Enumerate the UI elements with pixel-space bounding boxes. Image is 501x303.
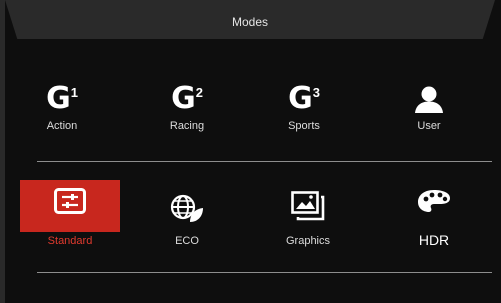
g2-icon: G2 bbox=[171, 81, 203, 116]
mode-graphics-label: Graphics bbox=[285, 235, 331, 247]
g1-icon: G1 bbox=[46, 81, 78, 116]
mode-grid: G1 Action G2 Racing G3 Sports User Stand… bbox=[0, 0, 501, 303]
mode-action[interactable]: G1 Action bbox=[12, 82, 112, 134]
user-icon bbox=[379, 82, 479, 116]
mode-eco-label: ECO bbox=[175, 235, 199, 247]
mode-graphics[interactable]: Graphics bbox=[258, 180, 358, 247]
mode-sports[interactable]: G3 Sports bbox=[254, 82, 354, 134]
mode-hdr[interactable]: HDR bbox=[384, 180, 484, 248]
images-icon bbox=[258, 189, 358, 223]
row-divider bbox=[37, 161, 492, 162]
mode-sports-label: Sports bbox=[288, 120, 320, 132]
g3-icon: G3 bbox=[288, 81, 320, 116]
mode-racing[interactable]: G2 Racing bbox=[137, 82, 237, 134]
mode-eco[interactable]: ECO bbox=[137, 180, 237, 247]
mode-action-label: Action bbox=[46, 120, 78, 132]
mode-standard[interactable]: Standard bbox=[20, 180, 120, 247]
globe-leaf-icon bbox=[137, 192, 237, 226]
sliders-icon bbox=[20, 184, 120, 218]
mode-racing-label: Racing bbox=[169, 120, 205, 132]
mode-user-label: User bbox=[417, 120, 441, 132]
mode-hdr-label: HDR bbox=[418, 232, 450, 248]
mode-user[interactable]: User bbox=[379, 82, 479, 134]
bottom-divider bbox=[37, 272, 492, 273]
mode-standard-label: Standard bbox=[47, 235, 93, 247]
palette-icon bbox=[384, 184, 484, 218]
